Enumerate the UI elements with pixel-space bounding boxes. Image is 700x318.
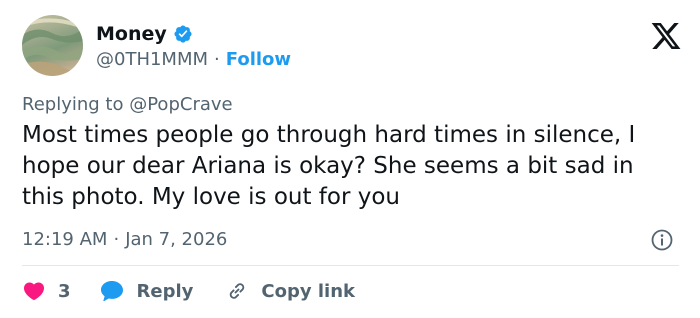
replying-to-mention[interactable]: @PopCrave bbox=[129, 94, 232, 115]
author-handle-row: @0TH1MMM · Follow bbox=[96, 48, 291, 72]
divider bbox=[22, 265, 679, 266]
follow-button[interactable]: Follow bbox=[226, 48, 291, 72]
tweet-timestamp[interactable]: 12:19 AM · Jan 7, 2026 bbox=[22, 228, 227, 252]
like-button[interactable]: 3 bbox=[22, 279, 71, 303]
author-handle[interactable]: @0TH1MMM bbox=[96, 48, 208, 72]
avatar-image bbox=[22, 18, 83, 76]
copy-link-button[interactable]: Copy link bbox=[225, 279, 355, 303]
author-name-row: Money bbox=[96, 22, 193, 46]
replying-to-prefix: Replying to bbox=[22, 94, 124, 115]
reply-button[interactable]: Reply bbox=[99, 279, 194, 303]
handle-separator: · bbox=[214, 49, 220, 70]
copy-link-label: Copy link bbox=[261, 280, 355, 302]
x-logo-icon[interactable] bbox=[650, 20, 682, 52]
info-icon[interactable] bbox=[650, 228, 674, 252]
heart-icon bbox=[23, 282, 45, 301]
timestamp-separator: · bbox=[113, 229, 120, 250]
like-count: 3 bbox=[58, 280, 71, 302]
author-name[interactable]: Money bbox=[96, 22, 167, 46]
action-bar: 3 Reply Copy link bbox=[22, 278, 355, 304]
reply-bubble-icon bbox=[100, 281, 123, 302]
reply-label: Reply bbox=[136, 280, 194, 302]
replying-to: Replying to @PopCrave bbox=[22, 93, 233, 117]
avatar[interactable] bbox=[22, 15, 83, 76]
verified-badge-icon bbox=[174, 25, 192, 43]
link-icon bbox=[230, 283, 245, 299]
tweet-time[interactable]: 12:19 AM bbox=[22, 228, 107, 252]
tweet-text: Most times people go through hard times … bbox=[22, 122, 636, 210]
tweet-date[interactable]: Jan 7, 2026 bbox=[125, 228, 227, 252]
